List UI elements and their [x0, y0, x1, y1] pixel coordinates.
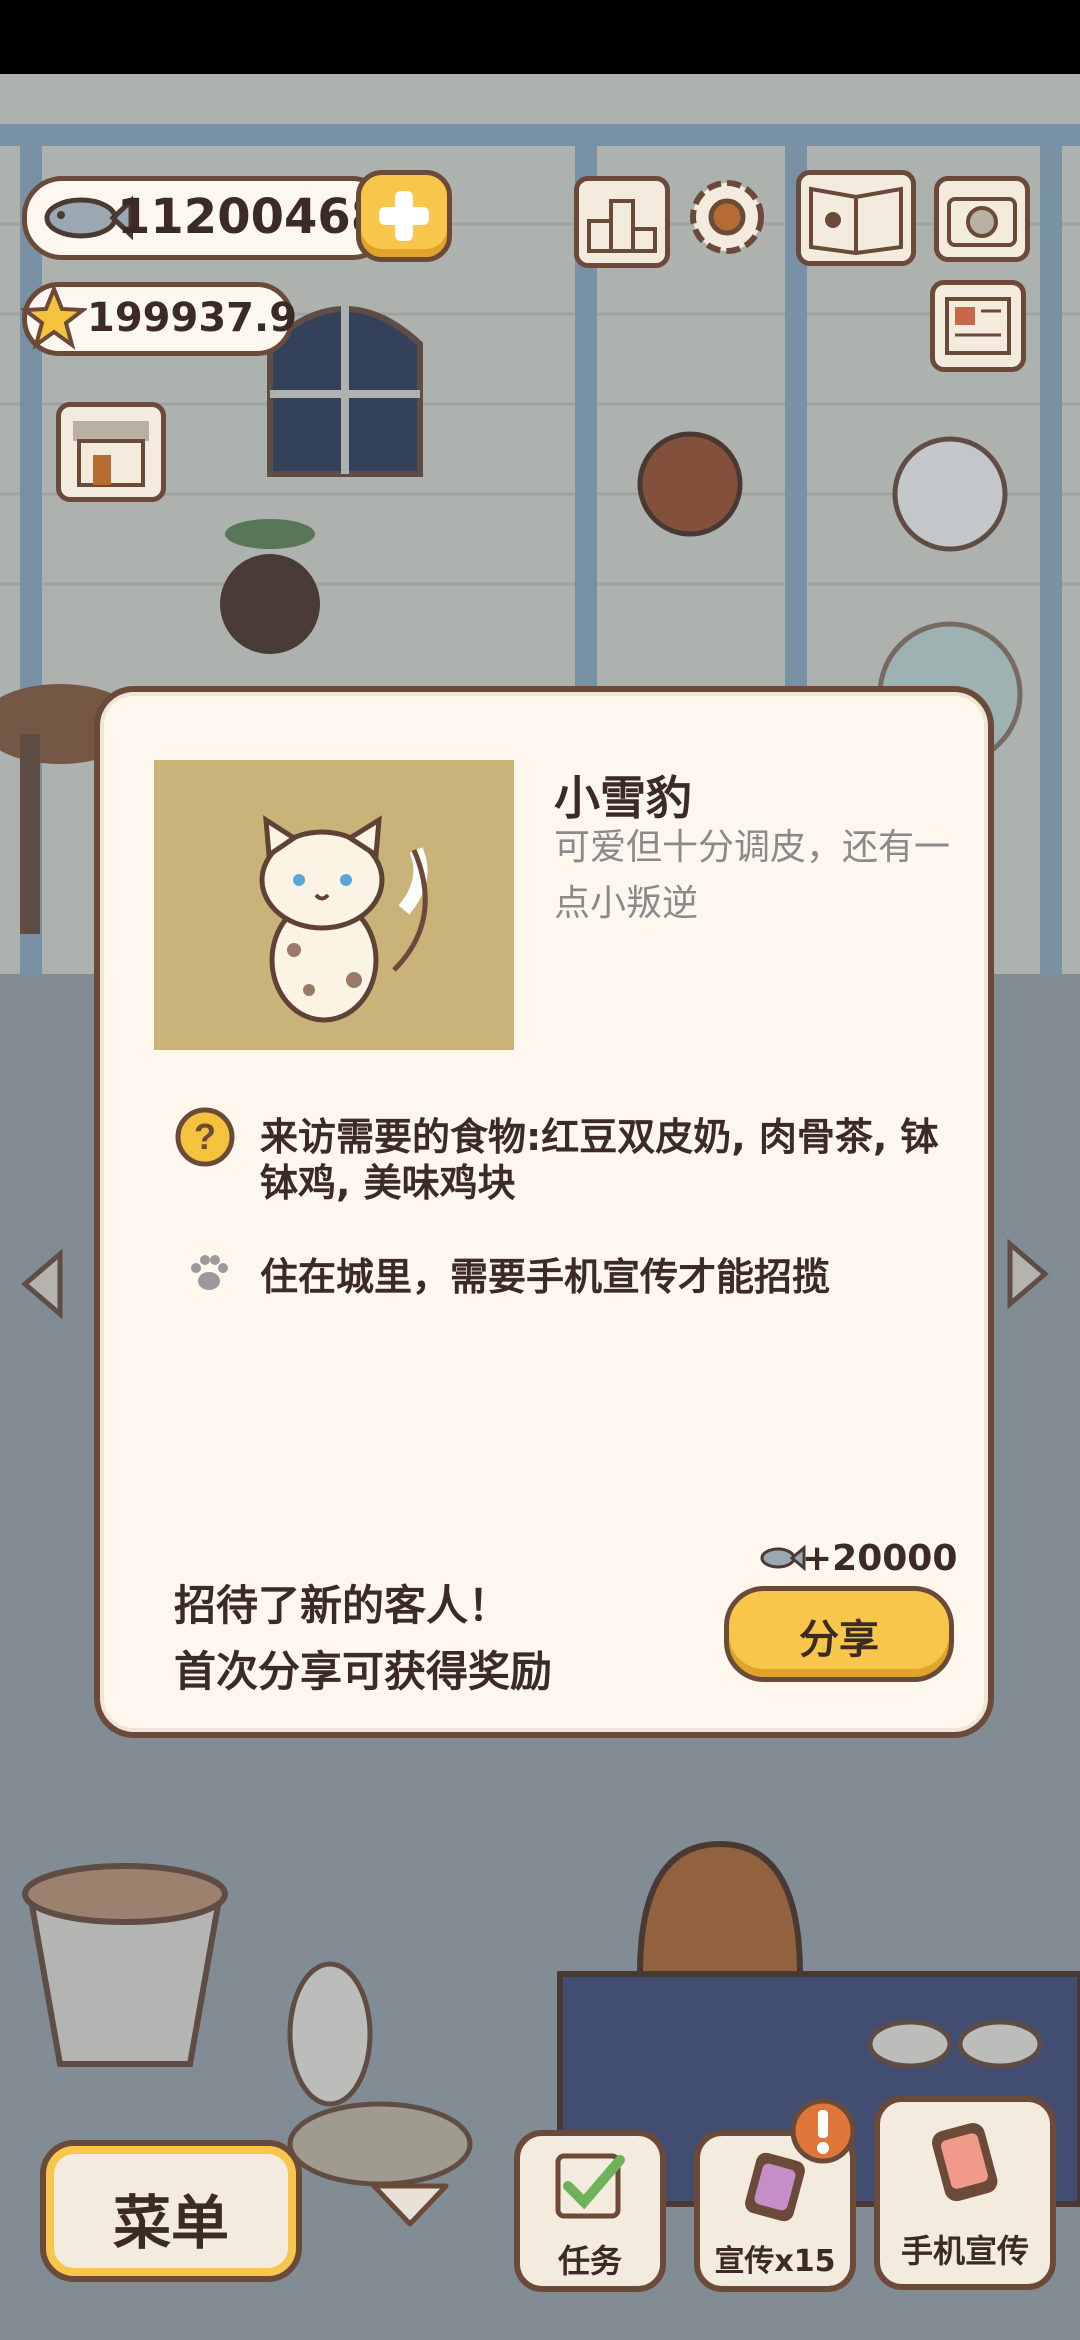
phone-promo-button[interactable]: 手机宣传 [874, 2096, 1056, 2290]
phone-icon [932, 2122, 998, 2202]
fish-reward-icon [756, 1538, 806, 1578]
star-counter: 199937.9 [19, 282, 298, 356]
promo-button-label: 宣传x15 [714, 2244, 836, 2279]
fish-counter: 11200468 [22, 176, 392, 260]
new-guest-dialog: 小雪豹 可爱但十分调皮，还有一点小叛逆 ? 来访需要的食物:红豆双皮奶, 肉骨茶… [94, 686, 994, 1738]
star-icon [19, 283, 89, 355]
food-requirement: 来访需要的食物:红豆双皮奶, 肉骨茶, 钵钵鸡, 美味鸡块 [260, 1115, 939, 1205]
snow-leopard-cat-image [259, 815, 428, 1023]
habitat-info: 住在城里，需要手机宣传才能招揽 [260, 1255, 831, 1299]
share-button[interactable]: 分享 [724, 1586, 954, 1682]
share-reward: +20000 [802, 1538, 958, 1579]
checkmark-icon [555, 2153, 625, 2219]
plus-icon [379, 191, 429, 241]
alert-badge [788, 2096, 858, 2166]
camera-icon [947, 197, 1017, 247]
shop-button[interactable] [56, 402, 166, 502]
new-guest-message: 招待了新的客人！ [174, 1581, 511, 1630]
star-count: 199937.9 [87, 295, 298, 341]
newspaper-icon [945, 297, 1011, 355]
expand-arrow-button[interactable] [368, 2178, 452, 2232]
guest-name: 小雪豹 [554, 771, 692, 825]
guest-portrait [154, 760, 514, 1050]
podium-icon [587, 199, 657, 253]
camera-button[interactable] [934, 176, 1030, 262]
menu-button[interactable]: 菜单 [40, 2140, 302, 2282]
guest-description: 可爱但十分调皮，还有一点小叛逆 [554, 827, 951, 924]
phone-promo-label: 手机宣传 [900, 2232, 1029, 2270]
book-icon [809, 186, 903, 256]
newspaper-button[interactable] [930, 280, 1026, 372]
tasks-button[interactable]: 任务 [514, 2130, 666, 2292]
share-button-label: 分享 [799, 1617, 879, 1663]
settings-button[interactable] [680, 170, 774, 264]
gear-icon [690, 180, 764, 254]
question-icon: ? [174, 1106, 236, 1168]
shop-icon [73, 421, 149, 487]
leaderboard-button[interactable] [574, 176, 670, 268]
status-bar [0, 0, 1080, 74]
paw-icon [184, 1248, 234, 1298]
fish-count: 11200468 [117, 189, 385, 245]
chevron-down-icon [371, 2183, 449, 2227]
exclamation-icon [790, 2098, 856, 2164]
tasks-button-label: 任务 [557, 2242, 622, 2280]
menu-button-label: 菜单 [112, 2189, 229, 2257]
share-reward-hint: 首次分享可获得奖励 [174, 1647, 553, 1696]
svg-text:?: ? [194, 1116, 216, 1157]
guestbook-button[interactable] [796, 170, 916, 266]
add-fish-button[interactable] [356, 170, 452, 262]
